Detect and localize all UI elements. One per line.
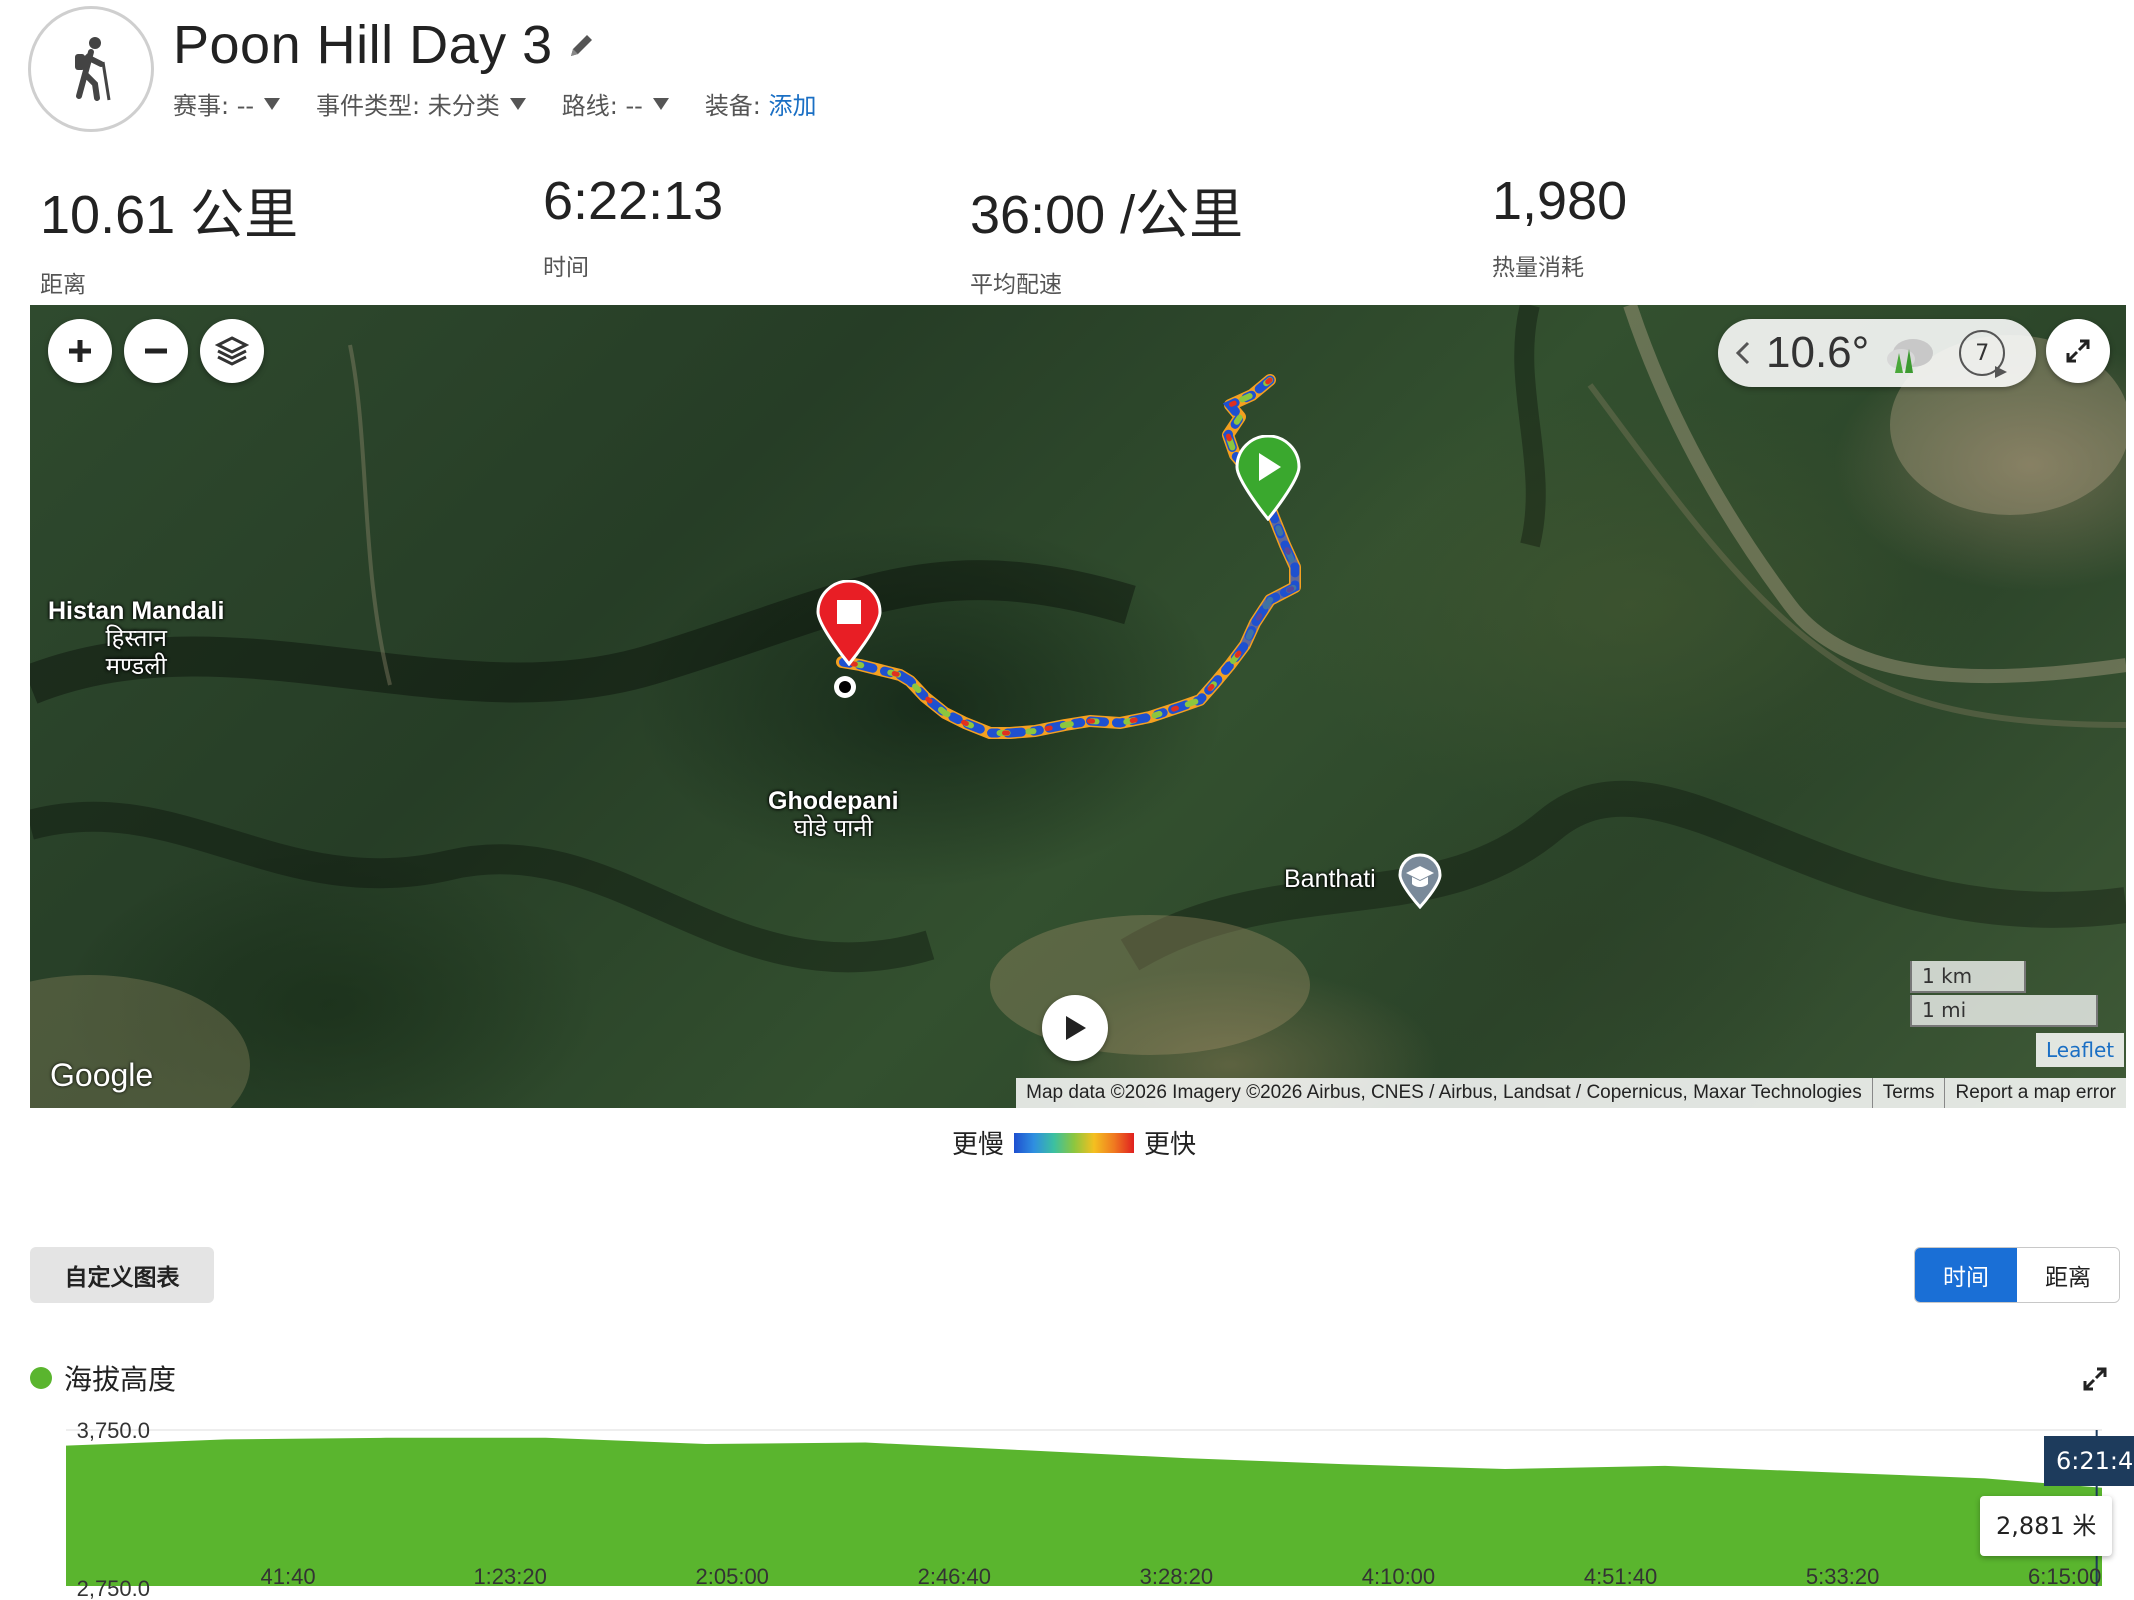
stat-calories: 1,980 热量消耗 [1492,170,1627,282]
event-type-dropdown-label: 事件类型: 未分类 [316,92,500,120]
layers-button[interactable] [200,319,264,383]
y-tick-label: 2,750.0 [77,1576,150,1600]
x-tick-label: 3:28:20 [1140,1564,1213,1589]
course-dropdown[interactable]: 路线: -- [562,86,669,121]
map-label-histan-mandali: Histan Mandali हिस्तान मण्डली [48,597,224,681]
fullscreen-icon [2066,339,2090,363]
finish-marker-icon[interactable] [816,580,882,666]
zoom-out-icon [145,348,167,354]
elevation-chart[interactable]: 3,750.0 2,750.0 41:40 1:23:20 2:05:00 2:46:40… [0,1400,2134,1600]
stat-time: 6:22:13 时间 [543,170,723,282]
add-gear-link[interactable]: 添加 [769,86,817,121]
x-tick-label: 1:23:20 [473,1564,546,1589]
map-terms-link[interactable]: Terms [1873,1078,1946,1108]
cloud-icon [1887,339,1934,373]
x-tick-label: 2:05:00 [696,1564,769,1589]
pace-gradient-bar [1014,1132,1135,1153]
start-marker-icon[interactable] [1235,435,1301,521]
wind-indicator: 7 [1959,330,2008,378]
event-dropdown-label: 赛事: -- [173,92,255,120]
pace-legend: 更慢 更快 [952,1124,1196,1161]
series-color-dot [30,1367,52,1389]
pace-legend-fast: 更快 [1144,1130,1197,1160]
y-tick-label: 3,750.0 [77,1418,150,1443]
satellite-terrain [30,305,2126,1108]
elevation-series-legend: 海拔高度 [30,1358,176,1398]
event-dropdown[interactable]: 赛事: -- [173,86,281,121]
map-label-histan-native2: मण्डली [105,653,167,680]
activity-meta-row: 赛事: -- 事件类型: 未分类 路线: -- 装备: 添加 [173,86,853,121]
chart-tooltip-time: 6:21:4 [2044,1436,2134,1486]
fullscreen-map-button[interactable] [2046,319,2110,383]
elevation-series-label: 海拔高度 [64,1363,177,1396]
layers-icon [215,336,249,366]
zoom-in-icon [69,340,91,362]
pencil-icon[interactable] [567,30,597,60]
customize-chart-button[interactable]: 自定义图表 [30,1247,214,1303]
stat-pace-value: 36:00 /公里 [970,185,1244,245]
stat-distance-label: 距离 [40,272,86,298]
stat-calories-label: 热量消耗 [1492,255,1584,281]
zoom-out-button[interactable] [124,319,188,383]
weather-temperature: 10.6° [1766,328,1870,377]
leaflet-link[interactable]: Leaflet [2036,1033,2125,1067]
current-position-icon [834,676,856,698]
stat-calories-value: 1,980 [1492,171,1628,231]
caret-down-icon [652,97,669,110]
zoom-in-button[interactable] [48,319,112,383]
gear-field: 装备: 添加 [705,86,817,121]
map-label-ghodepani-name: Ghodepani [768,787,899,815]
stat-time-value: 6:22:13 [543,171,724,231]
toggle-time[interactable]: 时间 [1915,1248,2017,1302]
map-label-banthati: Banthati [1284,865,1376,893]
caret-down-icon [509,97,526,110]
elevation-area [66,1437,2102,1586]
toggle-distance[interactable]: 距离 [2017,1248,2119,1302]
x-tick-label: 6:15:00 [2028,1564,2101,1589]
course-dropdown-label: 路线: -- [561,92,643,120]
stat-distance: 10.61 公里 距离 [40,170,298,299]
wind-icon [1995,366,2008,378]
map-label-banthati-name: Banthati [1284,865,1376,893]
google-logo: Google [50,1057,154,1093]
map-label-histan-name: Histan Mandali [48,597,225,625]
event-type-dropdown[interactable]: 事件类型: 未分类 [316,86,526,121]
stat-distance-value: 10.61 公里 [40,185,299,245]
map-label-ghodepani-native: घोडे पानी [793,815,873,842]
activity-title: Poon Hill Day 3 [173,15,553,75]
stat-pace-label: 平均配速 [970,272,1062,298]
summary-stats: 10.61 公里 距离 6:22:13 时间 36:00 /公里 平均配速 1,… [0,170,2134,298]
route-map[interactable]: Histan Mandali हिस्तान मण्डली Ghodepani … [30,305,2126,1108]
x-tick-label: 5:33:20 [1806,1564,1879,1589]
x-tick-label: 2:46:40 [918,1564,991,1589]
expand-chart-icon[interactable] [2080,1364,2110,1394]
stat-pace: 36:00 /公里 平均配速 [970,170,1243,299]
map-attribution: Map data ©2026 Imagery ©2026 Airbus, CNE… [1016,1078,2126,1108]
map-attribution-text: Map data ©2026 Imagery ©2026 Airbus, CNE… [1016,1078,1873,1108]
stat-time-label: 时间 [543,255,589,281]
scale-km: 1 km [1910,961,2026,993]
report-map-error-link[interactable]: Report a map error [1945,1078,2126,1108]
x-tick-label: 4:10:00 [1362,1564,1435,1589]
wind-speed: 7 [1975,340,1990,366]
play-icon [1066,1016,1086,1040]
map-label-ghodepani: Ghodepani घोडे पानी [768,787,899,843]
x-axis-toggle: 时间 距离 [1914,1247,2120,1303]
school-icon[interactable] [1396,853,1444,909]
gear-label: 装备: [704,92,761,120]
scale-mi: 1 mi [1910,995,2098,1027]
elevation-chart-svg: 3,750.0 2,750.0 41:40 1:23:20 2:05:00 2:46:40… [66,1418,2102,1600]
activity-type-avatar [28,6,154,132]
activity-header: Poon Hill Day 3 赛事: -- 事件类型: 未分类 路线: -- … [28,6,2108,138]
x-tick-label: 41:40 [261,1564,316,1589]
map-label-histan-native1: हिस्तान [105,625,167,652]
caret-down-icon [264,97,281,110]
x-tick-label: 4:51:40 [1584,1564,1657,1589]
chart-tooltip-value: 2,881 米 [1980,1496,2113,1556]
chevron-left-icon[interactable] [1734,339,1752,367]
pace-legend-slow: 更慢 [952,1130,1005,1160]
hiking-icon [75,37,111,101]
play-route-button[interactable] [1042,995,1108,1061]
weather-widget[interactable]: 10.6° 7 [1718,319,2036,387]
